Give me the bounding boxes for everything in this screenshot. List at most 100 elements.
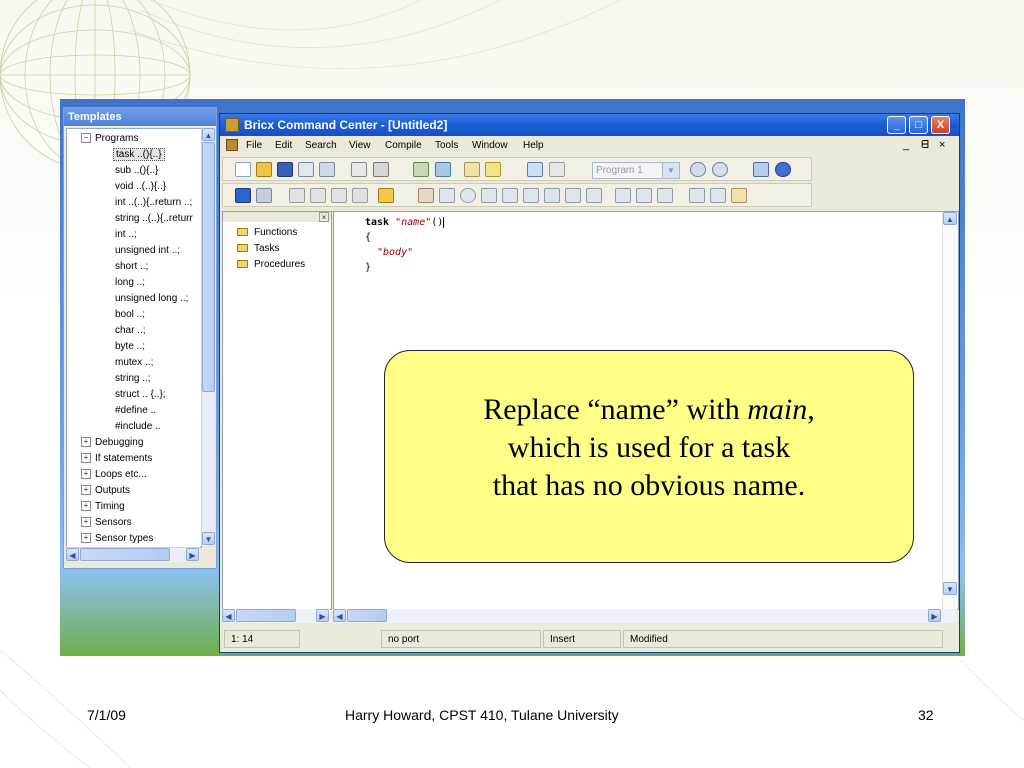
expand-icon[interactable]: + [81, 533, 91, 544]
collapse-icon[interactable]: − [81, 133, 91, 144]
close-button[interactable]: X [931, 116, 950, 134]
tool-icon[interactable] [544, 188, 560, 203]
mdi-minimize-button[interactable]: _ [903, 136, 909, 155]
open-folder-icon[interactable] [256, 162, 272, 177]
templates-vertical-scrollbar[interactable]: ▲ ▼ [201, 128, 215, 546]
document-icon[interactable] [226, 139, 238, 151]
undo-icon[interactable] [235, 188, 251, 203]
tool-icon[interactable] [689, 188, 705, 203]
scroll-thumb[interactable] [347, 609, 387, 622]
hand-icon[interactable] [378, 188, 394, 203]
download-icon[interactable] [435, 162, 451, 177]
tree-node-timing[interactable]: + Timing [81, 499, 125, 515]
tree-node-outputs[interactable]: + Outputs [81, 483, 130, 499]
run-icon[interactable] [690, 162, 706, 177]
scroll-right-icon[interactable]: ▶ [186, 548, 199, 561]
program-select[interactable]: Program 1 ▼ [592, 162, 680, 179]
tree-item[interactable]: #include .. [115, 419, 161, 435]
tree-item[interactable]: bool ..; [115, 307, 145, 323]
expand-icon[interactable]: + [81, 485, 91, 496]
tree-item[interactable]: int ..(..){..return ..; [115, 195, 192, 211]
scroll-left-icon[interactable]: ◀ [333, 609, 346, 622]
save-all-icon[interactable] [298, 162, 314, 177]
tool-icon[interactable] [636, 188, 652, 203]
mdi-restore-button[interactable]: ᗺ [921, 136, 929, 155]
tool-icon[interactable] [439, 188, 455, 203]
stop-icon[interactable] [712, 162, 728, 177]
tool-icon[interactable] [657, 188, 673, 203]
scroll-left-icon[interactable]: ◀ [66, 548, 79, 561]
scroll-right-icon[interactable]: ▶ [928, 609, 941, 622]
tool-icon[interactable] [586, 188, 602, 203]
scroll-up-icon[interactable]: ▲ [202, 128, 215, 141]
explorer-item-functions[interactable]: Functions [237, 225, 297, 241]
expand-icon[interactable]: + [81, 437, 91, 448]
menu-edit[interactable]: Edit [275, 136, 292, 155]
code-text[interactable]: task "name"() { "body" } [365, 215, 445, 275]
scroll-right-icon[interactable]: ▶ [316, 609, 329, 622]
menu-compile[interactable]: Compile [385, 136, 422, 155]
print-icon[interactable] [373, 162, 389, 177]
scroll-down-icon[interactable]: ▼ [943, 582, 957, 595]
tree-item[interactable]: string ..(..){..returr [115, 211, 193, 227]
tree-item[interactable]: string ..; [115, 371, 151, 387]
mdi-close-button[interactable]: × [939, 136, 945, 155]
tree-item[interactable]: byte ..; [115, 339, 145, 355]
scroll-down-icon[interactable]: ▼ [202, 532, 215, 545]
explorer-item-procedures[interactable]: Procedures [237, 257, 305, 273]
tree-node-sensor-types[interactable]: + Sensor types [81, 531, 153, 547]
find-icon[interactable] [485, 162, 501, 177]
cut-icon[interactable] [289, 188, 305, 203]
menu-window[interactable]: Window [472, 136, 508, 155]
menu-file[interactable]: File [246, 136, 262, 155]
maximize-button[interactable]: □ [909, 116, 928, 134]
tool-icon[interactable] [710, 188, 726, 203]
close-icon[interactable]: × [319, 212, 329, 222]
scroll-up-icon[interactable]: ▲ [943, 212, 957, 225]
scroll-thumb[interactable] [236, 609, 296, 622]
new-file-icon[interactable] [235, 162, 251, 177]
tree-item[interactable]: unsigned long ..; [115, 291, 188, 307]
tree-item[interactable]: struct .. {..}; [115, 387, 166, 403]
save-icon[interactable] [277, 162, 293, 177]
tree-item[interactable]: void ..(..){..} [115, 179, 166, 195]
menu-help[interactable]: Help [523, 136, 544, 155]
tree-item[interactable]: sub ..(){..} [115, 163, 158, 179]
tree-node-programs[interactable]: − Programs [81, 131, 138, 147]
close-file-icon[interactable] [319, 162, 335, 177]
tree-item[interactable]: #define .. [115, 403, 156, 419]
chevron-down-icon[interactable]: ▼ [662, 163, 679, 178]
paste-icon[interactable] [331, 188, 347, 203]
expand-icon[interactable]: + [81, 501, 91, 512]
expand-icon[interactable]: + [81, 469, 91, 480]
tree-node-debugging[interactable]: + Debugging [81, 435, 143, 451]
expand-icon[interactable]: + [81, 517, 91, 528]
templates-horizontal-scrollbar[interactable]: ◀ ▶ [66, 547, 200, 562]
explorer-item-tasks[interactable]: Tasks [237, 241, 280, 257]
compile-icon[interactable] [413, 162, 429, 177]
filter-icon[interactable] [549, 162, 565, 177]
tool-icon[interactable] [481, 188, 497, 203]
tool-icon[interactable] [731, 188, 747, 203]
minimize-button[interactable]: _ [887, 116, 906, 134]
title-bar[interactable]: Bricx Command Center - [Untitled2] _ □ X [220, 114, 959, 136]
tree-item[interactable]: int ..; [115, 227, 137, 243]
tree-item[interactable]: unsigned int ..; [115, 243, 180, 259]
tree-node-loops[interactable]: + Loops etc... [81, 467, 147, 483]
tree-item[interactable]: short ..; [115, 259, 148, 275]
scroll-left-icon[interactable]: ◀ [222, 609, 235, 622]
help-icon[interactable] [775, 162, 791, 177]
tree-item-task[interactable]: task ..(){..} [113, 147, 165, 163]
menu-tools[interactable]: Tools [435, 136, 458, 155]
explorer-horizontal-scrollbar[interactable]: ◀ ▶ [222, 609, 330, 623]
download-run-icon[interactable] [464, 162, 480, 177]
tool-icon[interactable] [615, 188, 631, 203]
tree-node-sensors[interactable]: + Sensors [81, 515, 132, 531]
print-preview-icon[interactable] [351, 162, 367, 177]
tool-icon[interactable] [565, 188, 581, 203]
menu-search[interactable]: Search [305, 136, 337, 155]
tree-item[interactable]: mutex ..; [115, 355, 153, 371]
scroll-thumb[interactable] [202, 142, 215, 392]
tool-icon[interactable] [418, 188, 434, 203]
tree-item[interactable]: long ..; [115, 275, 145, 291]
